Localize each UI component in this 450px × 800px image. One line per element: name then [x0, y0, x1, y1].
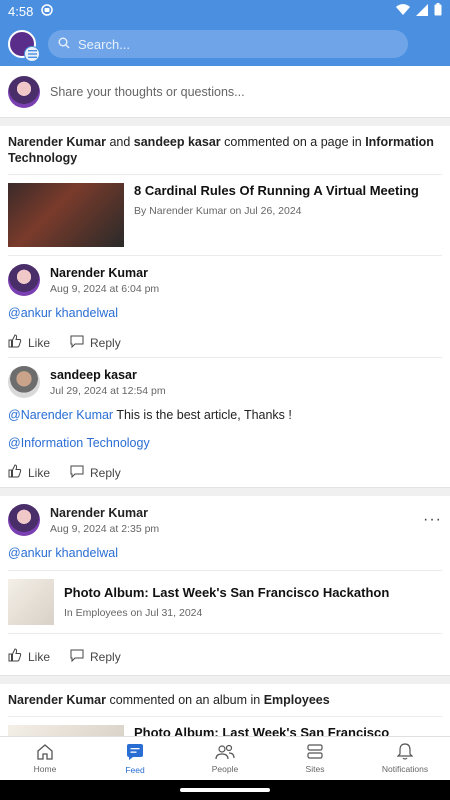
- menu-icon[interactable]: [24, 46, 40, 62]
- profile-avatar[interactable]: [8, 30, 40, 62]
- like-button[interactable]: Like: [8, 648, 50, 665]
- nav-label: Notifications: [381, 764, 429, 774]
- comment-actions: Like Reply: [8, 464, 442, 481]
- app-notification-icon: [41, 3, 54, 19]
- headline-text: and: [109, 135, 131, 149]
- nav-home[interactable]: Home: [0, 737, 90, 780]
- like-label: Like: [28, 465, 51, 480]
- app-bar: Search...: [0, 22, 450, 66]
- post-actions: Like Reply: [8, 648, 442, 675]
- linked-page[interactable]: 8 Cardinal Rules Of Running A Virtual Me…: [8, 175, 442, 256]
- linked-album[interactable]: Photo Album: Last Week's San Francisco H…: [8, 717, 442, 736]
- album-title[interactable]: Photo Album: Last Week's San Francisco H…: [134, 725, 442, 736]
- activity-card: Narender Kumar commented on an album in …: [0, 684, 450, 736]
- actor-link[interactable]: Narender Kumar: [8, 693, 106, 707]
- like-label: Like: [28, 335, 51, 350]
- reply-label: Reply: [90, 335, 121, 350]
- headline-text: commented on an album in: [109, 693, 261, 707]
- bottom-nav: Home Feed People Sites Notifications: [0, 736, 450, 780]
- thumbs-up-icon: [8, 334, 22, 351]
- comment-text: This is the best article, Thanks !: [113, 408, 292, 422]
- more-options-icon[interactable]: ···: [423, 511, 442, 529]
- album-thumbnail: [8, 579, 54, 625]
- people-icon: [215, 744, 235, 764]
- like-label: Like: [28, 649, 51, 664]
- nav-people[interactable]: People: [180, 737, 270, 780]
- status-bar: 4:58: [0, 0, 450, 22]
- nav-sites[interactable]: Sites: [270, 737, 360, 780]
- comment-body: @Information Technology: [8, 436, 442, 450]
- linked-album[interactable]: Photo Album: Last Week's San Francisco H…: [8, 571, 442, 634]
- avatar[interactable]: [8, 264, 40, 296]
- nav-feed[interactable]: Feed: [90, 737, 180, 780]
- reply-label: Reply: [90, 465, 121, 480]
- reply-button[interactable]: Reply: [70, 335, 121, 351]
- actor-link[interactable]: sandeep kasar: [134, 135, 221, 149]
- search-icon: [58, 37, 78, 52]
- post-card: Narender Kumar Aug 9, 2024 at 2:35 pm ··…: [0, 496, 450, 676]
- nav-label: People: [211, 763, 239, 774]
- page-meta: By Narender Kumar on Jul 26, 2024: [134, 205, 302, 217]
- nav-label: Home: [33, 763, 57, 774]
- feed-icon: [126, 743, 144, 765]
- thumbs-up-icon: [8, 648, 22, 665]
- comment-date: Aug 9, 2024 at 6:04 pm: [50, 282, 160, 295]
- comment-body: @Narender Kumar This is the best article…: [8, 408, 442, 422]
- composer-placeholder[interactable]: Share your thoughts or questions...: [50, 85, 245, 99]
- avatar[interactable]: [8, 366, 40, 398]
- reply-icon: [70, 465, 84, 481]
- avatar[interactable]: [8, 504, 40, 536]
- battery-icon: [434, 3, 442, 19]
- reply-button[interactable]: Reply: [70, 465, 121, 481]
- headline-text: commented on a page in: [224, 135, 362, 149]
- status-time: 4:58: [8, 3, 34, 19]
- nav-notifications[interactable]: Notifications: [360, 737, 450, 780]
- album-title[interactable]: Photo Album: Last Week's San Francisco H…: [64, 585, 389, 601]
- comment-author[interactable]: sandeep kasar: [50, 368, 166, 382]
- post-date: Aug 9, 2024 at 2:35 pm: [50, 522, 160, 535]
- activity-card: Narender Kumar and sandeep kasar comment…: [0, 126, 450, 488]
- avatar: [8, 75, 40, 108]
- activity-headline: Narender Kumar and sandeep kasar comment…: [8, 134, 442, 175]
- mention-link[interactable]: @Narender Kumar: [8, 408, 113, 422]
- comment-actions: Like Reply: [8, 334, 442, 351]
- like-button[interactable]: Like: [8, 334, 50, 351]
- actor-link[interactable]: Narender Kumar: [8, 135, 106, 149]
- article-thumbnail: [8, 183, 124, 247]
- nav-label: Sites: [305, 763, 325, 774]
- post-body: @ankur khandelwal: [8, 546, 442, 571]
- reply-icon: [70, 335, 84, 351]
- comment: sandeep kasar Jul 29, 2024 at 12:54 pm @…: [8, 358, 442, 487]
- album-meta: In Employees on Jul 31, 2024: [64, 607, 203, 619]
- site-link[interactable]: Employees: [264, 693, 330, 707]
- page-title[interactable]: 8 Cardinal Rules Of Running A Virtual Me…: [134, 183, 419, 199]
- feed-content[interactable]: Share your thoughts or questions... Nare…: [0, 66, 450, 736]
- reply-icon: [70, 649, 84, 665]
- mention-link[interactable]: @ankur khandelwal: [8, 306, 118, 320]
- wifi-icon: [396, 3, 410, 19]
- reply-button[interactable]: Reply: [70, 649, 121, 665]
- album-thumbnail: [8, 725, 124, 736]
- reply-label: Reply: [90, 649, 121, 664]
- search-placeholder: Search...: [78, 36, 131, 52]
- post-author[interactable]: Narender Kumar: [50, 506, 159, 520]
- activity-headline: Narender Kumar commented on an album in …: [8, 692, 442, 717]
- thumbs-up-icon: [8, 464, 22, 481]
- gesture-bar: [0, 780, 450, 800]
- signal-icon: [416, 3, 428, 19]
- sites-icon: [306, 743, 324, 764]
- mention-link[interactable]: @Information Technology: [8, 436, 150, 450]
- bell-icon: [396, 743, 414, 764]
- composer[interactable]: Share your thoughts or questions...: [0, 66, 450, 118]
- comment-date: Jul 29, 2024 at 12:54 pm: [50, 384, 166, 397]
- comment-author[interactable]: Narender Kumar: [50, 266, 159, 280]
- comment: Narender Kumar Aug 9, 2024 at 6:04 pm @a…: [8, 256, 442, 358]
- comment-body: @ankur khandelwal: [8, 306, 442, 320]
- mention-link[interactable]: @ankur khandelwal: [8, 546, 118, 560]
- like-button[interactable]: Like: [8, 464, 50, 481]
- nav-label: Feed: [125, 764, 145, 775]
- home-indicator[interactable]: [180, 788, 270, 792]
- search-input[interactable]: Search...: [48, 30, 408, 58]
- home-icon: [36, 743, 54, 764]
